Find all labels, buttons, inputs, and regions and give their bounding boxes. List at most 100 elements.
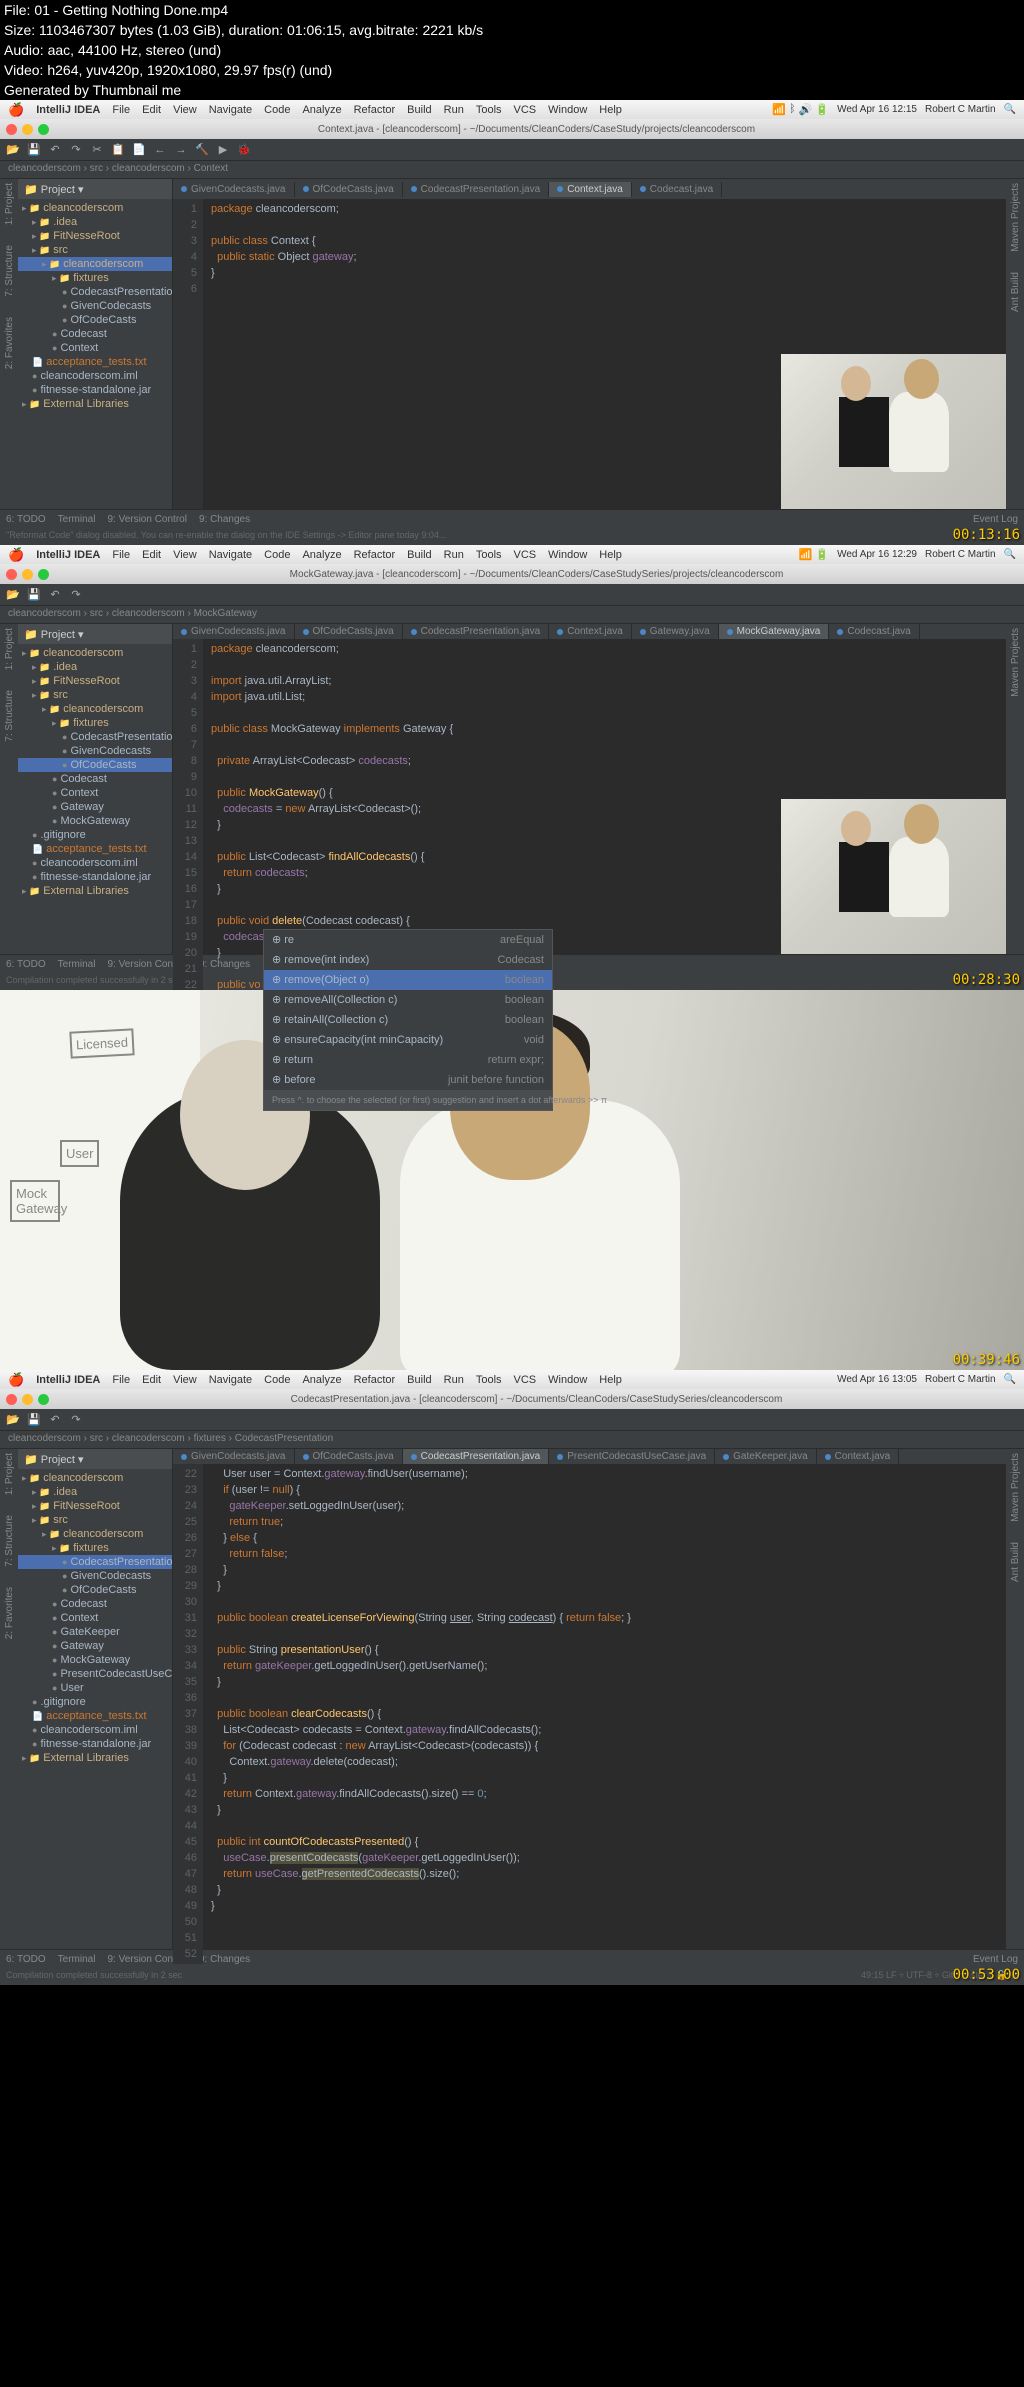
structure-tab[interactable]: 7: Structure: [4, 690, 15, 742]
code[interactable]: User user = Context.gateway.findUser(use…: [203, 1464, 1006, 1964]
menu-navigate[interactable]: Navigate: [209, 104, 252, 116]
tree-item[interactable]: ● fitnesse-standalone.jar: [18, 1737, 172, 1751]
editor-tab[interactable]: Context.java: [549, 182, 632, 197]
tree-item[interactable]: ● cleancoderscom.iml: [18, 856, 172, 870]
save-icon[interactable]: 💾: [25, 586, 43, 604]
autocomplete-item[interactable]: ⊕ remove(Object o)boolean: [264, 970, 552, 990]
autocomplete-item[interactable]: ⊕ removeAll(Collection c)boolean: [264, 990, 552, 1010]
tree-item[interactable]: ● OfCodeCasts: [18, 313, 172, 327]
project-tab[interactable]: 1: Project: [4, 1453, 15, 1495]
event-log[interactable]: Event Log: [973, 514, 1018, 525]
menu-code[interactable]: Code: [264, 1374, 290, 1386]
tree-item[interactable]: ● Codecast: [18, 772, 172, 786]
run-icon[interactable]: ▶: [214, 141, 232, 159]
menu-help[interactable]: Help: [599, 104, 622, 116]
menu-code[interactable]: Code: [264, 104, 290, 116]
tree-item[interactable]: ▸ 📁External Libraries: [18, 884, 172, 898]
save-icon[interactable]: 💾: [25, 141, 43, 159]
menu-refactor[interactable]: Refactor: [354, 1374, 396, 1386]
ant-tab[interactable]: Ant Build: [1010, 1542, 1021, 1582]
menu-tools[interactable]: Tools: [476, 1374, 502, 1386]
menubar-datetime[interactable]: Wed Apr 16 13:05: [837, 1374, 917, 1385]
menu-edit[interactable]: Edit: [142, 104, 161, 116]
autocomplete-item[interactable]: ⊕ returnreturn expr;: [264, 1050, 552, 1070]
open-icon[interactable]: 📂: [4, 586, 22, 604]
menu-file[interactable]: File: [112, 1374, 130, 1386]
tree-item[interactable]: ▸ 📁src: [18, 688, 172, 702]
apple-icon[interactable]: 🍎: [8, 547, 24, 563]
tree-item[interactable]: ▸ 📁src: [18, 243, 172, 257]
undo-icon[interactable]: ↶: [46, 586, 64, 604]
todo-tab[interactable]: 6: TODO: [6, 514, 46, 525]
tree-item[interactable]: ● Context: [18, 786, 172, 800]
spotlight-icon[interactable]: 🔍: [1004, 549, 1016, 560]
editor-tab[interactable]: Codecast.java: [829, 624, 919, 639]
close-button[interactable]: [6, 569, 17, 580]
breadcrumb[interactable]: cleancoderscom › src › cleancoderscom › …: [0, 606, 1024, 624]
tree-item[interactable]: ▸ 📁FitNesseRoot: [18, 674, 172, 688]
tree-item[interactable]: ● GivenCodecasts: [18, 299, 172, 313]
tree-item[interactable]: ● Codecast: [18, 1597, 172, 1611]
app-name[interactable]: IntelliJ IDEA: [36, 549, 100, 561]
editor-tab[interactable]: CodecastPresentation.java: [403, 624, 550, 639]
menu-build[interactable]: Build: [407, 549, 431, 561]
tree-item[interactable]: ● PresentCodecastUseCase: [18, 1667, 172, 1681]
menu-edit[interactable]: Edit: [142, 549, 161, 561]
autocomplete-item[interactable]: ⊕ beforejunit before function: [264, 1070, 552, 1090]
editor-tab[interactable]: MockGateway.java: [719, 624, 830, 639]
menu-run[interactable]: Run: [444, 1374, 464, 1386]
tree-item[interactable]: ● User: [18, 1681, 172, 1695]
tree-item[interactable]: ● fitnesse-standalone.jar: [18, 383, 172, 397]
tree-item[interactable]: 📄acceptance_tests.txt: [18, 1709, 172, 1723]
minimize-button[interactable]: [22, 1394, 33, 1405]
menu-file[interactable]: File: [112, 549, 130, 561]
editor-tab[interactable]: Context.java: [817, 1449, 900, 1464]
tree-item[interactable]: ▸ 📁FitNesseRoot: [18, 1499, 172, 1513]
breadcrumb[interactable]: cleancoderscom › src › cleancoderscom › …: [0, 161, 1024, 179]
save-icon[interactable]: 💾: [25, 1411, 43, 1429]
spotlight-icon[interactable]: 🔍: [1004, 104, 1016, 115]
tree-item[interactable]: ▸ 📁External Libraries: [18, 1751, 172, 1765]
tree-item[interactable]: ▸ 📁fixtures: [18, 271, 172, 285]
menubar-user[interactable]: Robert C Martin: [925, 1374, 996, 1385]
menu-analyze[interactable]: Analyze: [302, 1374, 341, 1386]
wifi-icon[interactable]: 📶: [799, 548, 813, 561]
volume-icon[interactable]: 🔊: [799, 103, 813, 116]
menu-vcs[interactable]: VCS: [514, 549, 537, 561]
menu-build[interactable]: Build: [407, 104, 431, 116]
forward-icon[interactable]: →: [172, 141, 190, 159]
tree-item[interactable]: ▸ 📁fixtures: [18, 716, 172, 730]
tree-item[interactable]: ● Gateway: [18, 800, 172, 814]
menubar-datetime[interactable]: Wed Apr 16 12:29: [837, 549, 917, 560]
tree-item[interactable]: ▸ 📁cleancoderscom: [18, 201, 172, 215]
menu-file[interactable]: File: [112, 104, 130, 116]
tree-item[interactable]: ● CodecastPresentation: [18, 285, 172, 299]
terminal-tab[interactable]: Terminal: [58, 514, 96, 525]
paste-icon[interactable]: 📄: [130, 141, 148, 159]
editor-tab[interactable]: GivenCodecasts.java: [173, 1449, 295, 1464]
menu-analyze[interactable]: Analyze: [302, 104, 341, 116]
tree-item[interactable]: ▸ 📁fixtures: [18, 1541, 172, 1555]
maven-tab[interactable]: Maven Projects: [1010, 1453, 1021, 1522]
terminal-tab[interactable]: Terminal: [58, 1954, 96, 1965]
zoom-button[interactable]: [38, 569, 49, 580]
tree-item[interactable]: ● Gateway: [18, 1639, 172, 1653]
tree-item[interactable]: ▸ 📁cleancoderscom: [18, 1471, 172, 1485]
autocomplete-popup[interactable]: ⊕ reareEqual⊕ remove(int index)Codecast⊕…: [263, 929, 553, 1111]
menu-navigate[interactable]: Navigate: [209, 549, 252, 561]
editor-tab[interactable]: OfCodeCasts.java: [295, 182, 403, 197]
tree-item[interactable]: ● CodecastPresentation: [18, 1555, 172, 1569]
menu-code[interactable]: Code: [264, 549, 290, 561]
menu-window[interactable]: Window: [548, 549, 587, 561]
tree-item[interactable]: ● Codecast: [18, 327, 172, 341]
menu-help[interactable]: Help: [599, 549, 622, 561]
changes-tab[interactable]: 9: Changes: [199, 514, 250, 525]
menubar-user[interactable]: Robert C Martin: [925, 104, 996, 115]
menu-window[interactable]: Window: [548, 1374, 587, 1386]
menu-run[interactable]: Run: [444, 104, 464, 116]
ant-tab[interactable]: Ant Build: [1010, 272, 1021, 312]
tree-item[interactable]: ● fitnesse-standalone.jar: [18, 870, 172, 884]
menu-navigate[interactable]: Navigate: [209, 1374, 252, 1386]
menu-run[interactable]: Run: [444, 549, 464, 561]
menu-refactor[interactable]: Refactor: [354, 104, 396, 116]
